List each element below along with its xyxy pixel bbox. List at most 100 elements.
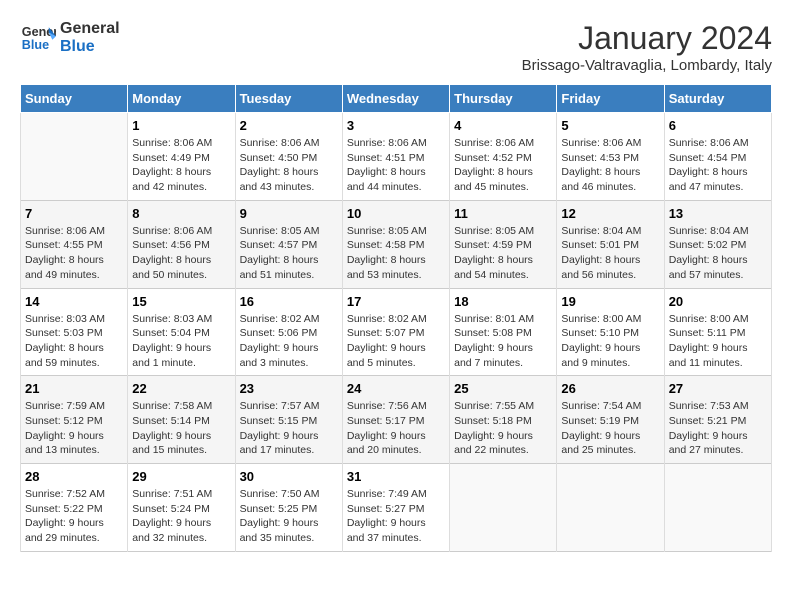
day-info: Sunrise: 8:05 AM Sunset: 4:58 PM Dayligh… <box>347 224 445 283</box>
day-info: Sunrise: 8:06 AM Sunset: 4:55 PM Dayligh… <box>25 224 123 283</box>
calendar-cell: 4Sunrise: 8:06 AM Sunset: 4:52 PM Daylig… <box>450 113 557 201</box>
calendar-cell: 5 Sunrise: 8:06 AM Sunset: 4:53 PM Daylig… <box>557 113 664 201</box>
day-info: Sunrise: 8:02 AM Sunset: 5:06 PM Dayligh… <box>240 312 338 371</box>
calendar-cell: 9 Sunrise: 8:05 AM Sunset: 4:57 PM Daylig… <box>235 200 342 288</box>
calendar-header-row: SundayMondayTuesdayWednesdayThursdayFrid… <box>21 85 772 113</box>
column-header-monday: Monday <box>128 85 235 113</box>
logo-line2: Blue <box>60 38 120 56</box>
calendar-cell: 27 Sunrise: 7:53 AM Sunset: 5:21 PM Dayli… <box>664 376 771 464</box>
day-number: 13 <box>669 206 767 221</box>
calendar-week-row: 1 Sunrise: 8:06 AM Sunset: 4:49 PM Daylig… <box>21 113 772 201</box>
day-info: Sunrise: 8:05 AM Sunset: 4:57 PM Dayligh… <box>240 224 338 283</box>
day-info: Sunrise: 8:06 AM Sunset: 4:56 PM Dayligh… <box>132 224 230 283</box>
day-info: Sunrise: 7:54 AM Sunset: 5:19 PM Dayligh… <box>561 399 659 458</box>
day-number: 27 <box>669 381 767 396</box>
calendar-cell: 18 Sunrise: 8:01 AM Sunset: 5:08 PM Dayli… <box>450 288 557 376</box>
day-number: 22 <box>132 381 230 396</box>
calendar-cell: 22 Sunrise: 7:58 AM Sunset: 5:14 PM Dayli… <box>128 376 235 464</box>
day-number: 21 <box>25 381 123 396</box>
day-info: Sunrise: 7:51 AM Sunset: 5:24 PM Dayligh… <box>132 487 230 546</box>
day-number: 28 <box>25 469 123 484</box>
calendar-cell: 30 Sunrise: 7:50 AM Sunset: 5:25 PM Dayli… <box>235 464 342 552</box>
day-info: Sunrise: 7:56 AM Sunset: 5:17 PM Dayligh… <box>347 399 445 458</box>
calendar-cell: 21 Sunrise: 7:59 AM Sunset: 5:12 PM Dayli… <box>21 376 128 464</box>
day-number: 2 <box>240 118 338 133</box>
day-number: 23 <box>240 381 338 396</box>
day-info: Sunrise: 7:52 AM Sunset: 5:22 PM Dayligh… <box>25 487 123 546</box>
day-info: Sunrise: 7:53 AM Sunset: 5:21 PM Dayligh… <box>669 399 767 458</box>
day-number: 19 <box>561 294 659 309</box>
calendar-cell: 20Sunrise: 8:00 AM Sunset: 5:11 PM Dayli… <box>664 288 771 376</box>
day-number: 25 <box>454 381 552 396</box>
calendar-cell: 23Sunrise: 7:57 AM Sunset: 5:15 PM Dayli… <box>235 376 342 464</box>
day-number: 31 <box>347 469 445 484</box>
day-number: 5 <box>561 118 659 133</box>
day-number: 9 <box>240 206 338 221</box>
day-info: Sunrise: 8:06 AM Sunset: 4:53 PM Dayligh… <box>561 136 659 195</box>
day-number: 16 <box>240 294 338 309</box>
day-info: Sunrise: 8:06 AM Sunset: 4:51 PM Dayligh… <box>347 136 445 195</box>
column-header-friday: Friday <box>557 85 664 113</box>
day-number: 30 <box>240 469 338 484</box>
column-header-sunday: Sunday <box>21 85 128 113</box>
calendar-cell: 11Sunrise: 8:05 AM Sunset: 4:59 PM Dayli… <box>450 200 557 288</box>
day-number: 6 <box>669 118 767 133</box>
day-number: 15 <box>132 294 230 309</box>
calendar-cell: 24 Sunrise: 7:56 AM Sunset: 5:17 PM Dayli… <box>342 376 449 464</box>
calendar-cell: 19 Sunrise: 8:00 AM Sunset: 5:10 PM Dayli… <box>557 288 664 376</box>
calendar-cell: 12 Sunrise: 8:04 AM Sunset: 5:01 PM Dayli… <box>557 200 664 288</box>
calendar-cell: 16 Sunrise: 8:02 AM Sunset: 5:06 PM Dayli… <box>235 288 342 376</box>
day-number: 24 <box>347 381 445 396</box>
calendar-cell: 7 Sunrise: 8:06 AM Sunset: 4:55 PM Daylig… <box>21 200 128 288</box>
day-info: Sunrise: 7:59 AM Sunset: 5:12 PM Dayligh… <box>25 399 123 458</box>
day-info: Sunrise: 8:03 AM Sunset: 5:04 PM Dayligh… <box>132 312 230 371</box>
calendar-cell <box>557 464 664 552</box>
day-number: 29 <box>132 469 230 484</box>
calendar-cell: 8Sunrise: 8:06 AM Sunset: 4:56 PM Daylig… <box>128 200 235 288</box>
calendar-cell: 13Sunrise: 8:04 AM Sunset: 5:02 PM Dayli… <box>664 200 771 288</box>
day-info: Sunrise: 8:06 AM Sunset: 4:49 PM Dayligh… <box>132 136 230 195</box>
day-info: Sunrise: 8:00 AM Sunset: 5:11 PM Dayligh… <box>669 312 767 371</box>
calendar-cell: 15 Sunrise: 8:03 AM Sunset: 5:04 PM Dayli… <box>128 288 235 376</box>
calendar-cell: 14 Sunrise: 8:03 AM Sunset: 5:03 PM Dayli… <box>21 288 128 376</box>
calendar-cell <box>450 464 557 552</box>
calendar-cell: 29 Sunrise: 7:51 AM Sunset: 5:24 PM Dayli… <box>128 464 235 552</box>
day-number: 26 <box>561 381 659 396</box>
column-header-wednesday: Wednesday <box>342 85 449 113</box>
svg-text:Blue: Blue <box>22 38 49 52</box>
calendar-week-row: 14 Sunrise: 8:03 AM Sunset: 5:03 PM Dayli… <box>21 288 772 376</box>
day-number: 10 <box>347 206 445 221</box>
day-info: Sunrise: 8:04 AM Sunset: 5:01 PM Dayligh… <box>561 224 659 283</box>
calendar-week-row: 21 Sunrise: 7:59 AM Sunset: 5:12 PM Dayli… <box>21 376 772 464</box>
calendar-cell: 10 Sunrise: 8:05 AM Sunset: 4:58 PM Dayli… <box>342 200 449 288</box>
logo-icon: General Blue <box>20 20 56 56</box>
day-info: Sunrise: 7:50 AM Sunset: 5:25 PM Dayligh… <box>240 487 338 546</box>
logo: General Blue General Blue <box>20 20 120 56</box>
page-header: General Blue General Blue January 2024 B… <box>20 20 772 74</box>
calendar-week-row: 28 Sunrise: 7:52 AM Sunset: 5:22 PM Dayli… <box>21 464 772 552</box>
calendar-cell: 31 Sunrise: 7:49 AM Sunset: 5:27 PM Dayli… <box>342 464 449 552</box>
calendar-cell: 6Sunrise: 8:06 AM Sunset: 4:54 PM Daylig… <box>664 113 771 201</box>
day-number: 1 <box>132 118 230 133</box>
day-info: Sunrise: 7:55 AM Sunset: 5:18 PM Dayligh… <box>454 399 552 458</box>
calendar-cell: 3 Sunrise: 8:06 AM Sunset: 4:51 PM Daylig… <box>342 113 449 201</box>
calendar-cell: 26 Sunrise: 7:54 AM Sunset: 5:19 PM Dayli… <box>557 376 664 464</box>
day-info: Sunrise: 8:01 AM Sunset: 5:08 PM Dayligh… <box>454 312 552 371</box>
day-info: Sunrise: 8:03 AM Sunset: 5:03 PM Dayligh… <box>25 312 123 371</box>
day-number: 3 <box>347 118 445 133</box>
day-number: 7 <box>25 206 123 221</box>
day-number: 12 <box>561 206 659 221</box>
calendar-cell <box>21 113 128 201</box>
day-number: 18 <box>454 294 552 309</box>
calendar-cell: 1 Sunrise: 8:06 AM Sunset: 4:49 PM Daylig… <box>128 113 235 201</box>
day-info: Sunrise: 7:58 AM Sunset: 5:14 PM Dayligh… <box>132 399 230 458</box>
day-info: Sunrise: 7:49 AM Sunset: 5:27 PM Dayligh… <box>347 487 445 546</box>
day-info: Sunrise: 8:05 AM Sunset: 4:59 PM Dayligh… <box>454 224 552 283</box>
calendar-cell: 17Sunrise: 8:02 AM Sunset: 5:07 PM Dayli… <box>342 288 449 376</box>
day-number: 14 <box>25 294 123 309</box>
calendar-week-row: 7 Sunrise: 8:06 AM Sunset: 4:55 PM Daylig… <box>21 200 772 288</box>
title-block: January 2024 Brissago-Valtravaglia, Lomb… <box>522 20 772 74</box>
column-header-saturday: Saturday <box>664 85 771 113</box>
logo-line1: General <box>60 20 120 38</box>
day-info: Sunrise: 8:00 AM Sunset: 5:10 PM Dayligh… <box>561 312 659 371</box>
